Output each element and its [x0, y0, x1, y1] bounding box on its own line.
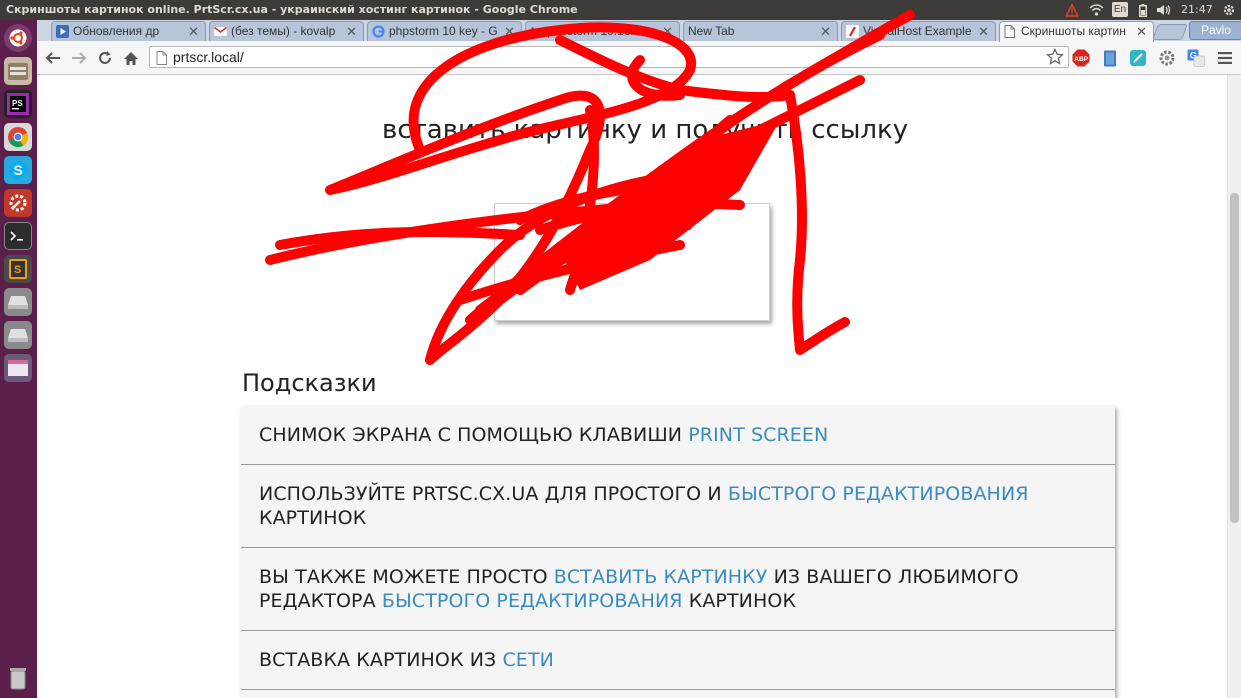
svg-text:ABP: ABP — [1074, 56, 1088, 63]
extension-box-icon[interactable] — [1129, 49, 1147, 67]
tip-text: Вставка картинок из — [259, 649, 503, 671]
tip-text-after: картинок — [259, 507, 367, 529]
battery-icon[interactable] — [1136, 0, 1150, 20]
translate-icon[interactable]: G — [1187, 49, 1205, 67]
close-icon[interactable]: ✕ — [662, 22, 673, 41]
extension-gear-icon[interactable] — [1158, 49, 1176, 67]
tip-text-after-2: картинок — [682, 590, 797, 612]
tips-heading: Подсказки — [242, 369, 377, 397]
drive-icon[interactable] — [4, 288, 32, 316]
phpstorm-icon[interactable]: PS — [4, 90, 32, 118]
tab-label: Скриншоты картин — [1021, 24, 1126, 38]
tab-label: VirtualHost Example — [863, 24, 972, 38]
tip-link-fast-editing-2[interactable]: быстрого редактирования — [382, 590, 683, 612]
tab-5[interactable]: VirtualHost Example ✕ — [841, 21, 996, 41]
chrome-icon[interactable] — [4, 123, 32, 151]
tab-2[interactable]: phpstorm 10 key - G ✕ — [367, 21, 522, 41]
tab-strip: Обновления др ✕ (без темы) - kovalp ✕ ph… — [37, 20, 1241, 42]
tab-label: New Tab — [688, 24, 735, 38]
paste-hint-prefix: Нажм — [533, 252, 588, 273]
paste-hotkey: +V — [605, 246, 637, 274]
menu-icon[interactable] — [1216, 49, 1234, 67]
close-icon[interactable]: ✕ — [504, 22, 515, 41]
url-text[interactable]: prtscr.local/ — [173, 47, 244, 67]
forward-arrow-icon[interactable] — [69, 48, 89, 68]
tip-text: Снимок экрана с помощью клавиши — [259, 424, 689, 446]
tab-1[interactable]: (без темы) - kovalp ✕ — [209, 21, 364, 41]
keyboard-layout-indicator[interactable]: En — [1112, 2, 1128, 17]
close-icon[interactable]: ✕ — [820, 22, 831, 41]
paste-drop-zone[interactable]: Нажм +V — [494, 203, 770, 321]
svg-text:S: S — [14, 162, 23, 178]
svg-text:S: S — [14, 264, 21, 276]
page-icon — [156, 50, 167, 69]
bookmark-star-icon[interactable] — [1046, 47, 1064, 70]
system-top-panel: Скриншоты картинок online. PrtScr.cx.ua … — [0, 0, 1241, 20]
tip-link-fast-editing[interactable]: быстрого редактирования — [728, 483, 1029, 505]
svg-text:PS: PS — [12, 99, 23, 108]
trash-icon[interactable] — [4, 664, 32, 692]
new-tab-button[interactable] — [1152, 24, 1188, 40]
tab-label: phpstorm 10 key - G — [389, 24, 498, 38]
tip-item-partial — [241, 690, 1115, 698]
tab-label: (без темы) - kovalp — [231, 24, 336, 38]
bookmark-manager-icon[interactable] — [1101, 49, 1119, 67]
wifi-icon[interactable] — [1087, 0, 1105, 20]
page-viewport: вставить картинку и получить ссылку Нажм… — [37, 75, 1227, 698]
page-favicon-icon — [1004, 25, 1017, 38]
tip-item: Снимок экрана с помощью клавиши Print Sc… — [241, 406, 1115, 465]
unity-launcher: PS S S — [0, 20, 38, 698]
tip-item: Используйте PrtSc.cx.ua для простого и б… — [241, 465, 1115, 548]
video-favicon-icon — [56, 25, 69, 38]
address-bar[interactable]: prtscr.local/ — [149, 46, 1069, 68]
dash-home-icon[interactable] — [4, 24, 32, 52]
window-title: Скриншоты картинок online. PrtScr.cx.ua … — [6, 3, 578, 16]
scrollbar-thumb[interactable] — [1230, 193, 1239, 523]
tab-label: phpstorm 10.16.1 — [547, 24, 641, 38]
adblock-plus-icon[interactable]: ABP — [1072, 49, 1090, 67]
tab-label: Обновления др — [73, 24, 160, 38]
clock[interactable]: 21:47 — [1181, 0, 1213, 20]
tab-4[interactable]: New Tab ✕ — [683, 21, 838, 41]
volume-icon[interactable] — [1155, 0, 1173, 20]
tip-text: Вы также можете просто — [259, 566, 554, 588]
google-favicon-icon — [372, 25, 385, 38]
home-icon[interactable] — [121, 48, 141, 68]
close-icon[interactable]: ✕ — [346, 22, 357, 41]
apache-favicon-icon — [845, 24, 860, 39]
gmail-favicon-icon — [213, 25, 228, 38]
sublime-text-icon[interactable]: S — [4, 255, 32, 283]
file-manager-icon[interactable] — [4, 57, 32, 85]
browser-toolbar: prtscr.local/ ABP G — [37, 41, 1241, 75]
profile-button[interactable]: Pavlo — [1189, 21, 1241, 40]
tip-link-network[interactable]: сети — [502, 649, 554, 671]
close-icon[interactable]: ✕ — [1136, 22, 1147, 41]
page-headline: вставить картинку и получить ссылку — [382, 115, 909, 145]
reload-icon[interactable] — [95, 48, 115, 68]
tab-0[interactable]: Обновления др ✕ — [51, 21, 206, 41]
close-icon[interactable]: ✕ — [978, 22, 989, 41]
tab-3[interactable]: phpstorm 10.16.1 ✕ — [525, 21, 680, 41]
back-arrow-icon[interactable] — [43, 48, 63, 68]
tip-text: Используйте PrtSc.cx.ua для простого и — [259, 483, 728, 505]
tip-item: Вставка картинок из сети — [241, 631, 1115, 690]
system-settings-icon[interactable] — [4, 189, 32, 217]
warning-icon[interactable] — [1064, 0, 1080, 20]
tip-link-print-screen[interactable]: Print Screen — [688, 424, 828, 446]
close-icon[interactable]: ✕ — [188, 22, 199, 41]
tab-6-active[interactable]: Скриншоты картин ✕ — [999, 21, 1154, 42]
page-scrollbar[interactable] — [1227, 75, 1241, 698]
terminal-icon[interactable] — [4, 222, 32, 250]
tip-link-paste-image[interactable]: вставить картинку — [554, 566, 768, 588]
tip-item: Вы также можете просто вставить картинку… — [241, 548, 1115, 631]
loading-favicon-icon — [530, 25, 543, 38]
skype-icon[interactable]: S — [4, 156, 32, 184]
workspace-switcher-icon[interactable] — [4, 354, 32, 382]
drive-icon-2[interactable] — [4, 321, 32, 349]
settings-gear-icon[interactable] — [1221, 0, 1237, 20]
tips-list: Снимок экрана с помощью клавиши Print Sc… — [241, 406, 1115, 698]
